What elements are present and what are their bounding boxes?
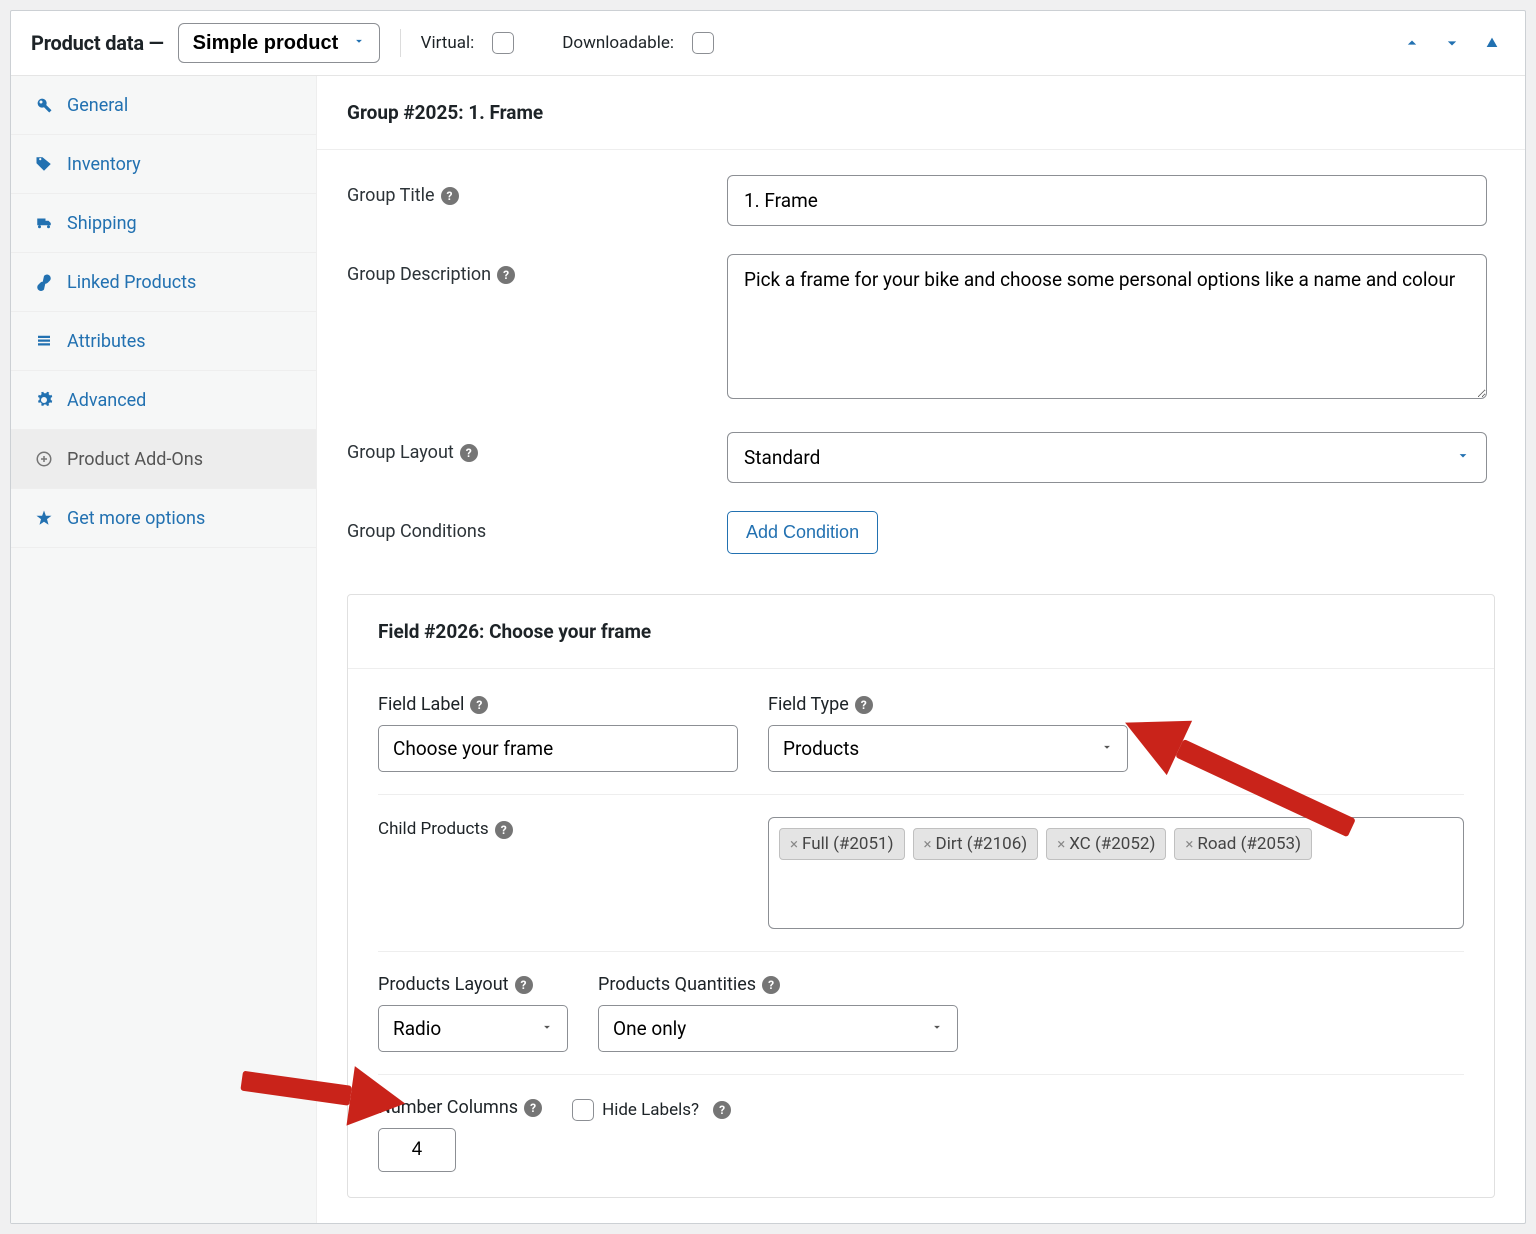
child-products-label: Child Products [378,819,489,839]
hide-labels-label: Hide Labels? [602,1100,699,1120]
tab-advanced[interactable]: Advanced [11,371,316,430]
remove-tag-icon[interactable]: × [924,835,932,853]
tab-label: Advanced [67,390,146,411]
remove-tag-icon[interactable]: × [790,835,798,853]
field-heading: Field #2026: Choose your frame [348,595,1494,669]
downloadable-label: Downloadable: [562,33,674,53]
link-icon [33,271,55,293]
virtual-checkbox[interactable] [492,32,514,54]
products-quantities-select[interactable]: One only [598,1005,958,1052]
tab-get-more-options[interactable]: Get more options [11,489,316,548]
help-icon[interactable]: ? [441,187,459,205]
remove-tag-icon[interactable]: × [1057,835,1065,853]
help-icon[interactable]: ? [515,976,533,994]
hide-labels-checkbox[interactable] [572,1099,594,1121]
product-data-title: Product data — [31,31,164,55]
help-icon[interactable]: ? [713,1101,731,1119]
virtual-label: Virtual: [421,33,475,53]
products-layout-select[interactable]: Radio [378,1005,568,1052]
star-icon [33,507,55,529]
tab-inventory[interactable]: Inventory [11,135,316,194]
tab-label: Attributes [67,331,146,352]
help-icon[interactable]: ? [495,821,513,839]
list-icon [33,330,55,352]
products-quantities-label: Products Quantities [598,974,756,995]
field-type-label: Field Type [768,694,849,715]
child-product-tag[interactable]: × XC (#2052) [1046,828,1166,860]
products-layout-label: Products Layout [378,974,509,995]
product-data-header: Product data — Simple product Virtual: D… [11,11,1525,76]
tag-icon [33,153,55,175]
help-icon[interactable]: ? [762,976,780,994]
tab-product-addons[interactable]: Product Add-Ons [11,430,316,489]
move-down-icon[interactable] [1439,30,1465,56]
add-condition-button[interactable]: Add Condition [727,511,878,554]
remove-tag-icon[interactable]: × [1185,835,1193,853]
tab-label: Product Add-Ons [67,449,203,470]
child-product-tag[interactable]: × Road (#2053) [1174,828,1312,860]
wrench-icon [33,94,55,116]
group-description-textarea[interactable]: Pick a frame for your bike and choose so… [727,254,1487,399]
gear-icon [33,389,55,411]
field-label-input[interactable] [378,725,738,772]
group-conditions-label: Group Conditions [347,521,486,542]
help-icon[interactable]: ? [855,696,873,714]
field-label-label: Field Label [378,694,464,715]
product-type-select[interactable]: Simple product [178,23,380,63]
tab-label: Get more options [67,508,205,529]
divider [400,29,401,57]
tab-label: Inventory [67,154,141,175]
plus-circle-icon [33,448,55,470]
help-icon[interactable]: ? [470,696,488,714]
tab-label: Shipping [67,213,137,234]
group-description-label: Group Description [347,264,491,285]
field-box: Field #2026: Choose your frame Field Lab… [347,594,1495,1198]
help-icon[interactable]: ? [497,266,515,284]
move-up-icon[interactable] [1399,30,1425,56]
group-heading: Group #2025: 1. Frame [317,76,1525,150]
help-icon[interactable]: ? [524,1099,542,1117]
child-product-tag[interactable]: × Dirt (#2106) [913,828,1039,860]
tab-general[interactable]: General [11,76,316,135]
help-icon[interactable]: ? [460,444,478,462]
tab-linked-products[interactable]: Linked Products [11,253,316,312]
number-columns-input[interactable] [378,1128,456,1172]
truck-icon [33,212,55,234]
child-product-tag[interactable]: × Full (#2051) [779,828,905,860]
field-type-select[interactable]: Products [768,725,1128,772]
downloadable-checkbox[interactable] [692,32,714,54]
tab-label: General [67,95,128,116]
tab-shipping[interactable]: Shipping [11,194,316,253]
group-layout-select[interactable]: Standard [727,432,1487,483]
tab-attributes[interactable]: Attributes [11,312,316,371]
group-layout-label: Group Layout [347,442,454,463]
child-products-tagbox[interactable]: × Full (#2051)× Dirt (#2106)× XC (#2052)… [768,817,1464,929]
group-title-input[interactable] [727,175,1487,226]
group-title-label: Group Title [347,185,435,206]
product-data-tabs: General Inventory Shipping Linked Produc… [11,76,317,1223]
number-columns-label: Number Columns [378,1097,518,1118]
collapse-up-icon[interactable] [1479,30,1505,56]
tab-label: Linked Products [67,272,196,293]
